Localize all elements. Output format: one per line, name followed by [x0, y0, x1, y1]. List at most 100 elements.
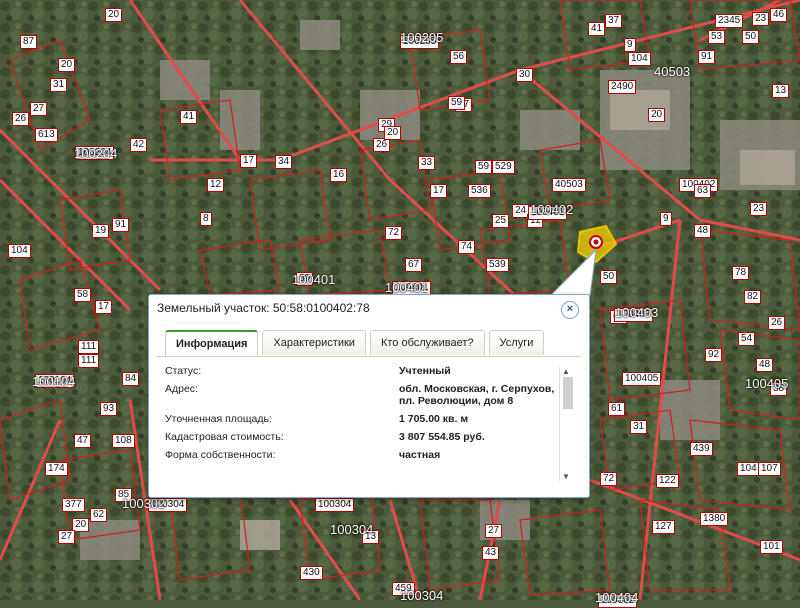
parcel-number-label: 58 — [74, 288, 92, 302]
parcel-number-label: 107 — [758, 462, 781, 476]
parcel-number-label: 122 — [656, 474, 679, 488]
cadastral-quarter-label: 100404 — [595, 590, 639, 605]
parcel-number-label: 127 — [652, 520, 675, 534]
parcel-number-label: 12 — [207, 178, 225, 192]
parcel-number-label: 26 — [373, 138, 391, 152]
tab-information[interactable]: Информация — [165, 330, 259, 356]
parcel-number-label: 104 — [628, 52, 651, 66]
parcel-number-label: 23 — [750, 202, 768, 216]
parcel-number-label: 48 — [756, 358, 774, 372]
popup-pointer — [548, 248, 597, 297]
parcel-number-label: 20 — [648, 108, 666, 122]
parcel-number-label: 37 — [605, 14, 623, 28]
parcel-number-label: 377 — [62, 498, 85, 512]
parcel-number-label: 613 — [35, 128, 58, 142]
cadastral-quarter-label: 100401 — [292, 272, 336, 287]
info-value: Учтенный — [399, 365, 451, 377]
parcel-number-label: 31 — [630, 420, 648, 434]
scroll-thumb[interactable] — [563, 377, 573, 409]
parcel-number-label: 2490 — [608, 80, 637, 94]
parcel-number-label: 17 — [95, 300, 113, 314]
cadastral-quarter-label: 100204 — [74, 146, 118, 161]
parcel-number-label: 111 — [78, 354, 100, 368]
info-value: 3 807 554.85 руб. — [399, 431, 485, 443]
popup-scrollbar[interactable]: ▲ ▼ — [559, 367, 574, 481]
parcel-number-label: 93 — [100, 402, 118, 416]
parcel-number-label: 61 — [608, 402, 626, 416]
cadastral-quarter-label: 100405 — [745, 376, 789, 391]
parcel-number-label: 62 — [90, 508, 108, 522]
cadastral-quarter-label: 40503 — [654, 64, 691, 79]
parcel-number-label: 92 — [705, 348, 723, 362]
parcel-number-label: 108 — [112, 434, 135, 448]
cadastral-quarter-label: 100402 — [530, 202, 574, 217]
parcel-number-label: 46 — [770, 8, 788, 22]
parcel-number-label: 8 — [200, 212, 212, 226]
info-value: частная — [399, 449, 441, 461]
parcel-number-label: 13 — [772, 84, 790, 98]
cadastral-quarter-label: 100205 — [400, 30, 444, 45]
tab-service-providers[interactable]: Кто обслуживает? — [369, 330, 485, 355]
parcel-number-label: 91 — [112, 218, 130, 232]
info-row-cadastral-value: Кадастровая стоимость: 3 807 554.85 руб. — [165, 431, 560, 443]
parcel-number-label: 111 — [78, 340, 100, 354]
parcel-number-label: 27 — [58, 530, 76, 544]
parcel-number-label: 59 — [448, 96, 466, 110]
popup-tabs: Информация Характеристики Кто обслуживае… — [165, 330, 545, 356]
parcel-number-label: 529 — [492, 160, 515, 174]
parcel-number-label: 100405 — [622, 372, 662, 386]
parcel-number-label: 53 — [708, 30, 726, 44]
parcel-number-label: 26 — [12, 112, 30, 126]
parcel-number-label: 1380 — [700, 512, 729, 526]
cadastral-quarter-label: 100304 — [330, 522, 374, 537]
tab-characteristics[interactable]: Характеристики — [262, 330, 366, 355]
parcel-number-label: 17 — [430, 184, 448, 198]
parcel-number-label: 104 — [8, 244, 31, 258]
parcel-number-label: 430 — [300, 566, 323, 580]
parcel-number-label: 30 — [516, 68, 534, 82]
info-key: Форма собственности: — [165, 449, 276, 461]
parcel-number-label: 34 — [275, 155, 293, 169]
tab-divider — [157, 356, 581, 357]
cadastral-quarter-label: 100401 — [385, 280, 429, 295]
parcel-number-label: 40503 — [552, 178, 586, 192]
scroll-up-icon[interactable]: ▲ — [562, 367, 570, 376]
cadastral-quarter-label: 100302 — [122, 496, 166, 511]
parcel-number-label: 539 — [486, 258, 509, 272]
parcel-number-label: 9 — [660, 212, 672, 226]
parcel-number-label: 91 — [698, 50, 716, 64]
parcel-number-label: 54 — [738, 332, 756, 346]
parcel-number-label: 31 — [50, 78, 68, 92]
parcel-number-label: 56 — [450, 50, 468, 64]
parcel-number-label: 2345 — [715, 14, 744, 28]
parcel-number-label: 27 — [485, 524, 503, 538]
parcel-number-label: 101 — [760, 540, 783, 554]
tab-services[interactable]: Услуги — [488, 330, 545, 355]
info-row-address: Адрес: обл. Московская, г. Серпухов, пл.… — [165, 383, 560, 407]
parcel-number-label: 82 — [744, 290, 762, 304]
info-value: 1 705.00 кв. м — [399, 413, 469, 425]
parcel-number-label: 27 — [30, 102, 48, 116]
cadastral-quarter-label: 100104 — [32, 374, 76, 389]
close-icon[interactable]: × — [561, 301, 579, 319]
parcel-number-label: 23 — [752, 12, 770, 26]
parcel-number-label: 87 — [20, 35, 38, 49]
parcel-number-label: 33 — [418, 156, 436, 170]
parcel-number-label: 439 — [690, 442, 713, 456]
parcel-number-label: 43 — [482, 546, 500, 560]
parcel-number-label: 72 — [385, 226, 403, 240]
cadastral-quarter-label: 100403 — [615, 305, 659, 320]
scroll-down-icon[interactable]: ▼ — [562, 472, 570, 481]
parcel-number-label: 20 — [384, 126, 402, 140]
parcel-number-label: 41 — [588, 22, 606, 36]
info-table: Статус: Учтенный Адрес: обл. Московская,… — [165, 365, 560, 483]
parcel-number-label: 42 — [130, 138, 148, 152]
parcel-number-label: 84 — [122, 372, 140, 386]
parcel-number-label: 20 — [105, 8, 123, 22]
parcel-number-label: 25 — [492, 214, 510, 228]
parcel-number-label: 74 — [458, 240, 476, 254]
parcel-number-label: 41 — [180, 110, 198, 124]
parcel-number-label: 9 — [624, 38, 636, 52]
info-key: Уточненная площадь: — [165, 413, 272, 425]
parcel-number-label: 59 — [475, 160, 493, 174]
